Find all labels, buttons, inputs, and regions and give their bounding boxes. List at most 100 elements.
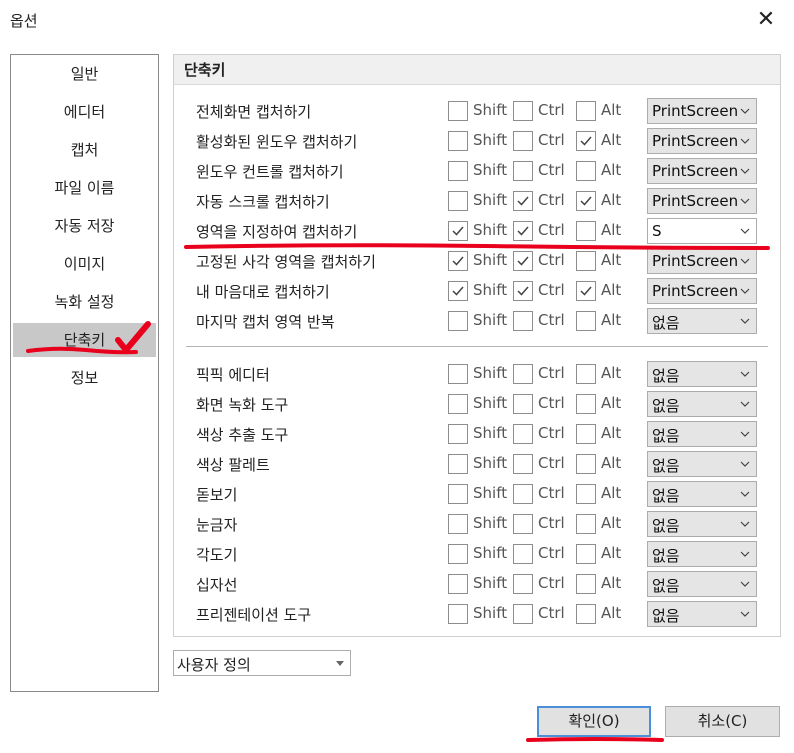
shift-checkbox[interactable]	[448, 161, 468, 181]
ctrl-checkbox[interactable]	[513, 131, 533, 151]
ctrl-checkbox[interactable]	[513, 454, 533, 474]
key-select-value: 없음	[652, 367, 680, 385]
key-select[interactable]: 없음	[647, 511, 757, 537]
alt-checkbox[interactable]	[576, 311, 596, 331]
alt-label: Alt	[601, 454, 622, 472]
alt-checkbox[interactable]	[576, 604, 596, 624]
ctrl-checkbox[interactable]	[513, 364, 533, 384]
shift-checkbox[interactable]	[448, 191, 468, 211]
shift-checkbox[interactable]	[448, 101, 468, 121]
key-select[interactable]: 없음	[647, 421, 757, 447]
shift-checkbox[interactable]	[448, 454, 468, 474]
ctrl-checkbox[interactable]	[513, 574, 533, 594]
ctrl-checkbox[interactable]	[513, 544, 533, 564]
sidebar-item[interactable]: 파일 이름	[13, 171, 156, 205]
chevron-down-icon	[740, 401, 750, 407]
shift-checkbox[interactable]	[448, 394, 468, 414]
key-select-value: 없음	[652, 314, 680, 332]
sidebar-item[interactable]: 에디터	[13, 95, 156, 129]
preset-value: 사용자 정의	[177, 656, 251, 674]
chevron-down-icon	[740, 611, 750, 617]
ctrl-checkbox[interactable]	[513, 394, 533, 414]
key-select[interactable]: 없음	[647, 451, 757, 477]
shift-checkbox[interactable]	[448, 131, 468, 151]
alt-checkbox[interactable]	[576, 281, 596, 301]
key-select[interactable]: 없음	[647, 601, 757, 627]
shift-checkbox[interactable]	[448, 311, 468, 331]
sidebar-item[interactable]: 이미지	[13, 247, 156, 281]
shift-checkbox[interactable]	[448, 221, 468, 241]
alt-checkbox[interactable]	[576, 394, 596, 414]
alt-checkbox[interactable]	[576, 161, 596, 181]
key-select[interactable]: 없음	[647, 391, 757, 417]
ctrl-checkbox[interactable]	[513, 281, 533, 301]
ctrl-checkbox[interactable]	[513, 424, 533, 444]
ctrl-checkbox[interactable]	[513, 484, 533, 504]
sidebar-item[interactable]: 일반	[13, 57, 156, 91]
alt-checkbox[interactable]	[576, 251, 596, 271]
shift-checkbox[interactable]	[448, 484, 468, 504]
shift-checkbox[interactable]	[448, 424, 468, 444]
shortcut-label: 돋보기	[196, 486, 238, 504]
shift-label: Shift	[473, 484, 508, 502]
ctrl-checkbox[interactable]	[513, 221, 533, 241]
sidebar-item[interactable]: 자동 저장	[13, 209, 156, 243]
key-select[interactable]: 없음	[647, 541, 757, 567]
shift-checkbox[interactable]	[448, 514, 468, 534]
alt-checkbox[interactable]	[576, 364, 596, 384]
shortcut-row: 색상 추출 도구 Shift Ctrl Alt 없음	[174, 420, 780, 448]
ctrl-checkbox[interactable]	[513, 604, 533, 624]
alt-checkbox[interactable]	[576, 574, 596, 594]
shortcut-label: 활성화된 윈도우 캡처하기	[196, 133, 358, 151]
key-select[interactable]: PrintScreen	[647, 128, 757, 154]
key-select[interactable]: PrintScreen	[647, 188, 757, 214]
key-select[interactable]: PrintScreen	[647, 98, 757, 124]
ctrl-checkbox[interactable]	[513, 191, 533, 211]
alt-checkbox[interactable]	[576, 484, 596, 504]
alt-checkbox[interactable]	[576, 221, 596, 241]
shift-checkbox[interactable]	[448, 544, 468, 564]
shift-checkbox[interactable]	[448, 281, 468, 301]
shortcut-row: 각도기 Shift Ctrl Alt 없음	[174, 540, 780, 568]
sidebar-item[interactable]: 정보	[13, 361, 156, 395]
alt-checkbox[interactable]	[576, 544, 596, 564]
alt-checkbox[interactable]	[576, 454, 596, 474]
shortcut-label: 각도기	[196, 546, 238, 564]
sidebar-item[interactable]: 캡처	[13, 133, 156, 167]
key-select[interactable]: 없음	[647, 481, 757, 507]
shift-checkbox[interactable]	[448, 574, 468, 594]
shift-checkbox[interactable]	[448, 604, 468, 624]
ctrl-checkbox[interactable]	[513, 101, 533, 121]
alt-checkbox[interactable]	[576, 131, 596, 151]
ctrl-checkbox[interactable]	[513, 161, 533, 181]
shift-checkbox[interactable]	[448, 364, 468, 384]
key-select[interactable]: PrintScreen	[647, 278, 757, 304]
key-select[interactable]: 없음	[647, 308, 757, 334]
ctrl-checkbox[interactable]	[513, 514, 533, 534]
shift-checkbox[interactable]	[448, 251, 468, 271]
ctrl-label: Ctrl	[538, 454, 565, 472]
alt-checkbox[interactable]	[576, 191, 596, 211]
alt-label: Alt	[601, 514, 622, 532]
alt-checkbox[interactable]	[576, 101, 596, 121]
key-select[interactable]: 없음	[647, 361, 757, 387]
alt-checkbox[interactable]	[576, 424, 596, 444]
shortcut-row: 전체화면 캡처하기 Shift Ctrl Alt PrintScreen	[174, 97, 780, 125]
key-select[interactable]: PrintScreen	[647, 158, 757, 184]
sidebar-item[interactable]: 녹화 설정	[13, 285, 156, 319]
ctrl-checkbox[interactable]	[513, 251, 533, 271]
cancel-button[interactable]: 취소(C)	[665, 706, 780, 737]
alt-checkbox[interactable]	[576, 514, 596, 534]
close-icon[interactable]: ✕	[752, 6, 780, 34]
alt-label: Alt	[601, 574, 622, 592]
shift-label: Shift	[473, 221, 508, 239]
ctrl-label: Ctrl	[538, 574, 565, 592]
ok-button[interactable]: 확인(O)	[537, 706, 651, 737]
preset-select[interactable]: 사용자 정의	[173, 650, 351, 676]
key-select-value: PrintScreen	[652, 162, 739, 180]
ctrl-checkbox[interactable]	[513, 311, 533, 331]
ctrl-label: Ctrl	[538, 191, 565, 209]
sidebar: 일반 에디터 캡처 파일 이름 자동 저장 이미지 녹화 설정 단축키 정보	[10, 54, 159, 692]
shortcut-label: 프리젠테이션 도구	[196, 606, 312, 624]
key-select[interactable]: 없음	[647, 571, 757, 597]
